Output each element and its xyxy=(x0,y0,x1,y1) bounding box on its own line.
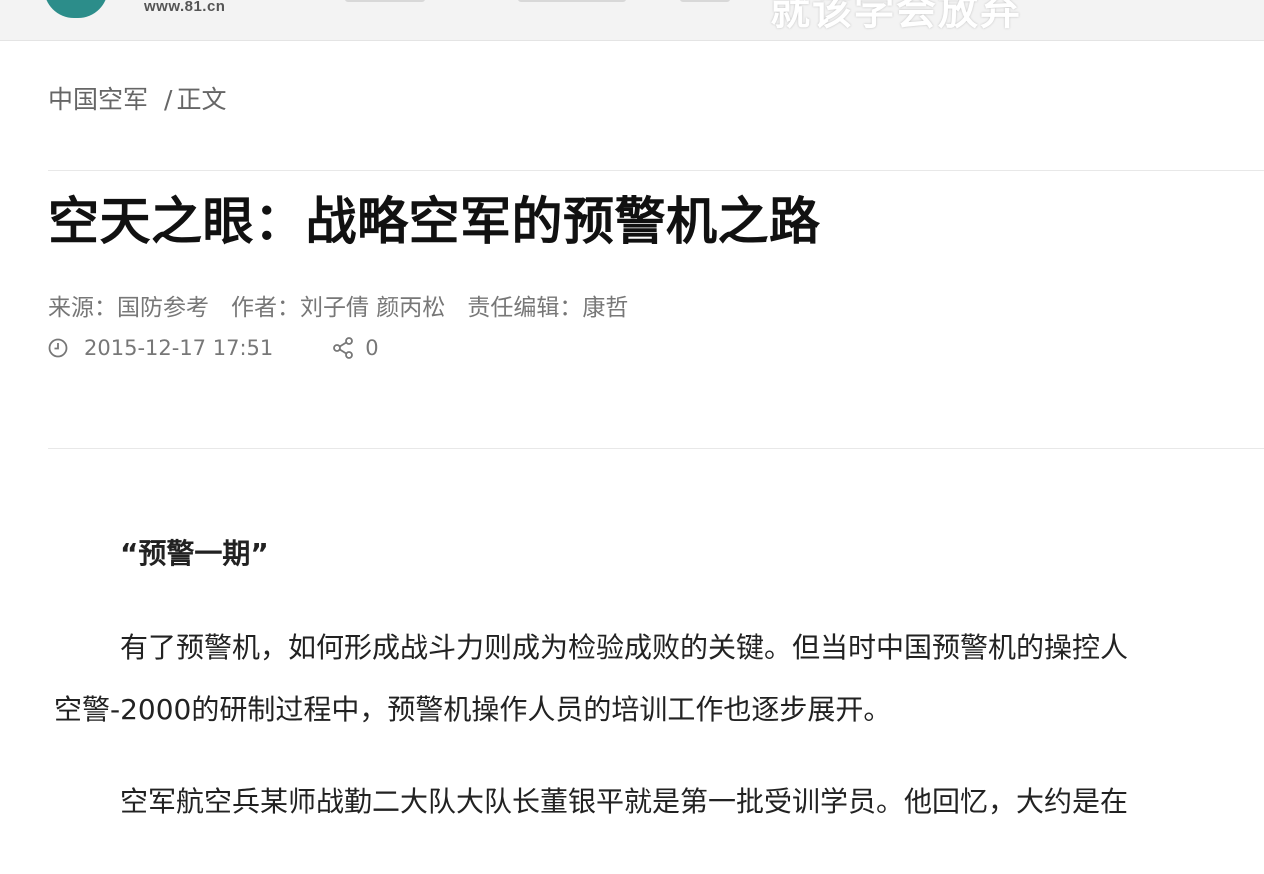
article-paragraph: 空警-2000的研制过程中，预警机操作人员的培训工作也逐步展开。 xyxy=(54,693,892,726)
nav-item-fragment[interactable] xyxy=(518,0,626,2)
article-paragraph: 有了预警机，如何形成战斗力则成为检验成败的关键。但当时中国预警机的操控人 xyxy=(120,631,1129,664)
author-value: 刘子倩 颜丙松 xyxy=(300,295,446,321)
editor-label: 责任编辑： xyxy=(467,295,583,321)
breadcrumb-separator: / xyxy=(164,85,173,114)
breadcrumb-current: 正文 xyxy=(176,85,227,114)
nav-item-fragment[interactable] xyxy=(345,0,425,2)
breadcrumb-section-link[interactable]: 中国空军 xyxy=(48,85,148,114)
article-paragraph: 空军航空兵某师战勤二大队大队长董银平就是第一批受训学员。他回忆，大约是在 xyxy=(120,785,1129,818)
site-header: www.81.cn 就该学会放弃 xyxy=(0,0,1264,41)
nav-item-fragment[interactable] xyxy=(680,0,730,2)
publish-datetime: 2015-12-17 17:51 xyxy=(84,336,274,360)
overlay-caption: 就该学会放弃 xyxy=(770,0,1022,34)
article-time-row: 2015-12-17 17:51 0 xyxy=(48,334,379,362)
article-meta: 来源：国防参考 作者：刘子倩 颜丙松 责任编辑：康哲 xyxy=(48,288,650,322)
source-value: 国防参考 xyxy=(117,295,209,321)
share-count: 0 xyxy=(365,336,379,360)
article-title: 空天之眼：战略空军的预警机之路 xyxy=(48,193,821,252)
logo-icon[interactable] xyxy=(44,0,108,18)
divider xyxy=(48,448,1264,449)
section-heading: “预警一期” xyxy=(120,537,269,570)
breadcrumb: 中国空军 / 正文 xyxy=(48,80,226,116)
share-icon[interactable] xyxy=(331,336,355,360)
divider xyxy=(48,170,1264,171)
author-label: 作者： xyxy=(231,295,300,321)
editor-value: 康哲 xyxy=(582,295,629,321)
article-page xyxy=(0,41,1264,874)
site-url[interactable]: www.81.cn xyxy=(144,0,225,15)
clock-icon xyxy=(48,338,68,358)
source-label: 来源： xyxy=(48,295,117,321)
